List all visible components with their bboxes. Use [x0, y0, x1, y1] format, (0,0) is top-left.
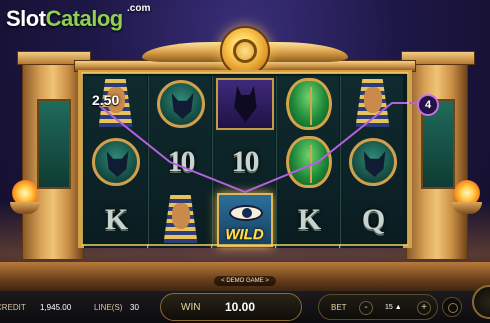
- credit-label: CREDIT: [0, 303, 26, 312]
- win-value: 10.00: [225, 300, 256, 314]
- reel-cell: [213, 76, 276, 132]
- autoplay-button[interactable]: [442, 297, 462, 317]
- logo-slot-text: Slot: [6, 6, 46, 31]
- scarab-symbol-icon: [285, 136, 332, 188]
- letter-symbol: 10: [231, 145, 260, 178]
- pharaoh-face: [171, 203, 190, 229]
- right-pillar: [401, 51, 475, 260]
- sun-disc-icon: [220, 26, 270, 76]
- lines-label: LINE(S): [94, 303, 123, 312]
- logo-catalog-text: Catalog: [45, 6, 124, 31]
- demo-game-label: < DEMO GAME >: [214, 276, 276, 286]
- bet-decrease-button[interactable]: -: [359, 301, 373, 315]
- logo-text: SlotCatalog: [6, 6, 123, 31]
- reel-5: Q: [340, 76, 403, 248]
- game-scene: K 10 10 WILD K Q 2.50 4 < DEMO GAME > Sl…: [0, 0, 490, 323]
- reel-cell: [84, 134, 147, 190]
- reel-cell: [341, 134, 404, 190]
- reel-3: 10 WILD: [212, 76, 275, 248]
- pillar-panel: [37, 99, 71, 189]
- reel-4: K: [276, 76, 339, 248]
- cat-symbol-icon: [156, 80, 205, 128]
- line-win-amount: 2.50: [92, 92, 120, 108]
- pharaoh-symbol-icon: [156, 193, 206, 247]
- cat-head: [363, 151, 386, 177]
- left-brazier: [8, 180, 42, 220]
- reel-cell: [149, 192, 212, 248]
- pharaoh-symbol-icon: [348, 77, 398, 131]
- bet-panel: BET - 15 ▲ +: [318, 294, 438, 320]
- payline-number-badge: 4: [417, 94, 439, 116]
- scarab-symbol-icon: [285, 78, 332, 130]
- pharaoh-face: [363, 87, 382, 113]
- reel-cell: WILD: [213, 192, 276, 248]
- slotcatalog-logo: SlotCatalog .com: [6, 3, 150, 32]
- win-label: WIN: [181, 302, 201, 313]
- cat-symbol-icon: [91, 138, 140, 186]
- sun-disc-inner: [233, 39, 257, 63]
- letter-symbol: Q: [361, 203, 385, 236]
- letter-symbol: K: [297, 203, 321, 236]
- reel-cell: K: [84, 192, 147, 248]
- lines-value: 30: [130, 303, 139, 312]
- anubis-head: [234, 86, 257, 122]
- reel-cell: [341, 76, 404, 132]
- credit-value: 1,945.00: [40, 303, 72, 312]
- letter-symbol: 10: [167, 145, 196, 178]
- brazier-bowl: [10, 202, 40, 214]
- letter-symbol: K: [104, 203, 128, 236]
- right-brazier: [450, 180, 484, 220]
- anubis-symbol-icon: [215, 78, 274, 130]
- wild-symbol: WILD: [216, 193, 273, 247]
- bet-value[interactable]: 15 ▲: [385, 304, 402, 311]
- reel-cell: [277, 134, 340, 190]
- bet-increase-button[interactable]: +: [417, 301, 431, 315]
- eye-of-horus-icon: [228, 205, 263, 221]
- cat-head: [171, 93, 194, 119]
- bet-label: BET: [331, 303, 347, 312]
- reel-cell: [149, 76, 212, 132]
- reel-2: 10: [148, 76, 211, 248]
- cat-symbol-icon: [348, 138, 397, 186]
- eye-pupil: [241, 208, 252, 218]
- reel-cell: K: [277, 192, 340, 248]
- logo-suffix: .com: [127, 3, 151, 14]
- reel-cell: [277, 76, 340, 132]
- reel-cell: 10: [149, 134, 212, 190]
- win-panel: WIN 10.00: [160, 293, 302, 321]
- brazier-bowl: [452, 202, 482, 214]
- spin-button[interactable]: [472, 285, 490, 319]
- reel-cell: Q: [341, 192, 404, 248]
- cat-head: [106, 151, 129, 177]
- left-pillar: [17, 51, 91, 260]
- wild-label: WILD: [225, 226, 264, 243]
- scarab-line: [309, 145, 312, 183]
- reels-frame: K 10 10 WILD K Q: [78, 70, 412, 248]
- scarab-line: [309, 87, 312, 125]
- control-bar: CREDIT 1,945.00 LINE(S) 30 WIN 10.00 BET…: [0, 285, 490, 323]
- reel-cell: 10: [213, 134, 276, 190]
